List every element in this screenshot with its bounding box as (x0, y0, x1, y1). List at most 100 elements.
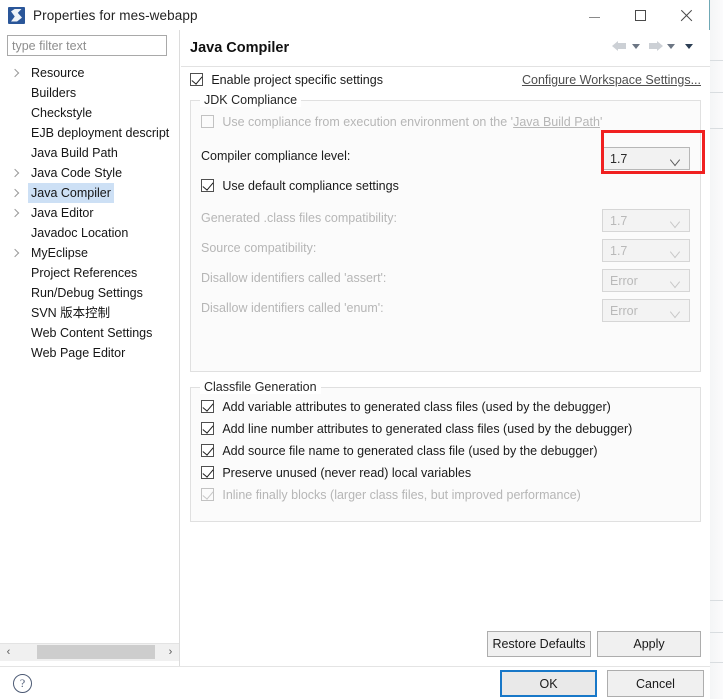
disallow-enum-select: Error (602, 299, 690, 322)
use-execution-environment-label: Use compliance from execution environmen… (222, 115, 602, 129)
restore-defaults-button[interactable]: Restore Defaults (487, 631, 591, 657)
settings-tree[interactable]: Resource Builders Checkstyle EJB deploym… (0, 63, 179, 633)
sidebar-item-builders[interactable]: Builders (0, 83, 179, 103)
sidebar-item-run-debug-settings[interactable]: Run/Debug Settings (0, 283, 179, 303)
background-editor-strip (710, 0, 723, 699)
back-history-chevron-down-icon[interactable] (630, 39, 643, 53)
close-button[interactable] (663, 0, 709, 30)
compliance-level-highlight-box (601, 130, 705, 174)
help-icon[interactable]: ? (13, 674, 32, 693)
sidebar-item-web-page-editor[interactable]: Web Page Editor (0, 343, 179, 363)
inline-finally-blocks-checkbox (201, 488, 214, 501)
disallow-enum-row: Disallow identifiers called 'enum': Erro… (201, 299, 690, 322)
generated-class-files-compatibility-value: 1.7 (610, 213, 628, 228)
window-title: Properties for mes-webapp (33, 7, 198, 23)
forward-history-chevron-down-icon[interactable] (665, 39, 678, 53)
sidebar-item-java-build-path[interactable]: Java Build Path (0, 143, 179, 163)
add-line-number-attributes-row[interactable]: Add line number attributes to generated … (201, 422, 690, 444)
add-source-file-name-checkbox[interactable] (201, 444, 214, 457)
sidebar-item-ejb-deployment-descriptor[interactable]: EJB deployment descript (0, 123, 179, 143)
sidebar-item-label: EJB deployment descript (31, 126, 170, 140)
source-compatibility-label: Source compatibility: (201, 241, 317, 255)
add-variable-attributes-label: Add variable attributes to generated cla… (222, 400, 611, 414)
add-source-file-name-label: Add source file name to generated class … (222, 444, 598, 458)
sidebar-item-label: SVN 版本控制 (31, 306, 111, 320)
sidebar-item-label: Java Code Style (31, 166, 123, 180)
use-default-compliance-settings-label: Use default compliance settings (222, 179, 399, 193)
generated-class-files-compatibility-row: Generated .class files compatibility: 1.… (201, 209, 690, 232)
sidebar-item-label: Project References (31, 266, 138, 280)
use-execution-environment-label-text: Use compliance from execution environmen… (222, 115, 514, 129)
apply-button[interactable]: Apply (597, 631, 701, 657)
sidebar-item-label: Checkstyle (31, 106, 93, 120)
properties-dialog: Properties for mes-webapp Resource Build… (0, 0, 710, 699)
sidebar-item-label: Run/Debug Settings (31, 286, 143, 300)
sidebar-item-project-references[interactable]: Project References (0, 263, 179, 283)
sidebar-item-web-content-settings[interactable]: Web Content Settings (0, 323, 179, 343)
tree-horizontal-scrollbar[interactable]: ‹ › (0, 643, 179, 661)
sidebar-item-label: Builders (31, 86, 77, 100)
add-variable-attributes-row[interactable]: Add variable attributes to generated cla… (201, 400, 690, 422)
enable-project-specific-settings-checkbox[interactable] (190, 73, 203, 86)
configure-workspace-settings-link[interactable]: Configure Workspace Settings... (522, 73, 701, 87)
back-arrow-icon[interactable] (612, 39, 628, 53)
maximize-button[interactable] (617, 0, 663, 30)
use-execution-environment-label-suffix: ' (599, 115, 603, 129)
use-default-compliance-settings-checkbox[interactable] (201, 179, 214, 192)
sidebar-item-java-code-style[interactable]: Java Code Style (0, 163, 179, 183)
myeclipse-icon (8, 6, 25, 24)
add-line-number-attributes-label: Add line number attributes to generated … (222, 422, 633, 436)
add-line-number-attributes-checkbox[interactable] (201, 422, 214, 435)
ok-button[interactable]: OK (500, 670, 597, 697)
use-default-compliance-settings-row[interactable]: Use default compliance settings (201, 179, 690, 201)
sidebar-item-java-compiler[interactable]: Java Compiler (0, 183, 179, 203)
disallow-assert-select: Error (602, 269, 690, 292)
minimize-button[interactable] (571, 0, 617, 30)
dialog-body: Resource Builders Checkstyle EJB deploym… (0, 30, 710, 666)
add-variable-attributes-checkbox[interactable] (201, 400, 214, 413)
classfile-generation-title: Classfile Generation (200, 380, 321, 394)
sidebar-item-label: Web Page Editor (31, 346, 126, 360)
dialog-footer: ? OK Cancel (0, 666, 710, 699)
sidebar-item-label: Java Build Path (31, 146, 118, 160)
forward-arrow-icon[interactable] (647, 39, 663, 53)
cancel-button[interactable]: Cancel (607, 670, 704, 697)
sidebar-item-myeclipse[interactable]: MyEclipse (0, 243, 179, 263)
inline-finally-blocks-label: Inline finally blocks (larger class file… (222, 488, 581, 502)
view-menu-chevron-down-icon[interactable] (683, 39, 696, 53)
disallow-enum-value: Error (610, 303, 638, 318)
sidebar-item-checkstyle[interactable]: Checkstyle (0, 103, 179, 123)
disallow-assert-row: Disallow identifiers called 'assert': Er… (201, 269, 690, 292)
preserve-unused-locals-row[interactable]: Preserve unused (never read) local varia… (201, 466, 690, 488)
chevron-right-icon[interactable] (11, 68, 20, 77)
minimize-icon (588, 16, 600, 18)
sidebar-item-javadoc-location[interactable]: Javadoc Location (0, 223, 179, 243)
chevron-down-icon (671, 308, 680, 314)
chevron-right-icon[interactable] (11, 208, 20, 217)
sidebar-item-svn[interactable]: SVN 版本控制 (0, 303, 179, 323)
scrollbar-track[interactable] (17, 643, 162, 661)
filter-input[interactable] (7, 35, 167, 56)
close-icon (680, 9, 693, 22)
scroll-left-arrow-icon[interactable]: ‹ (0, 643, 17, 661)
scrollbar-thumb[interactable] (37, 644, 155, 659)
sidebar-item-label: Javadoc Location (31, 226, 129, 240)
chevron-down-icon (671, 218, 680, 224)
disallow-assert-value: Error (610, 273, 638, 288)
preserve-unused-locals-checkbox[interactable] (201, 466, 214, 479)
chevron-right-icon[interactable] (11, 168, 20, 177)
chevron-right-icon[interactable] (11, 248, 20, 257)
chevron-right-icon[interactable] (11, 188, 20, 197)
source-compatibility-row: Source compatibility: 1.7 (201, 239, 690, 262)
inline-finally-blocks-row: Inline finally blocks (larger class file… (201, 488, 690, 510)
sidebar-item-label: Java Editor (31, 206, 94, 220)
sidebar-item-java-editor[interactable]: Java Editor (0, 203, 179, 223)
chevron-down-icon (671, 248, 680, 254)
scroll-right-arrow-icon[interactable]: › (162, 643, 179, 661)
page-navigation-controls (612, 39, 699, 53)
window-controls (571, 0, 709, 30)
add-source-file-name-row[interactable]: Add source file name to generated class … (201, 444, 690, 466)
sidebar-item-resource[interactable]: Resource (0, 63, 179, 83)
jdk-compliance-title: JDK Compliance (200, 93, 302, 107)
sidebar-item-label: MyEclipse (31, 246, 88, 260)
